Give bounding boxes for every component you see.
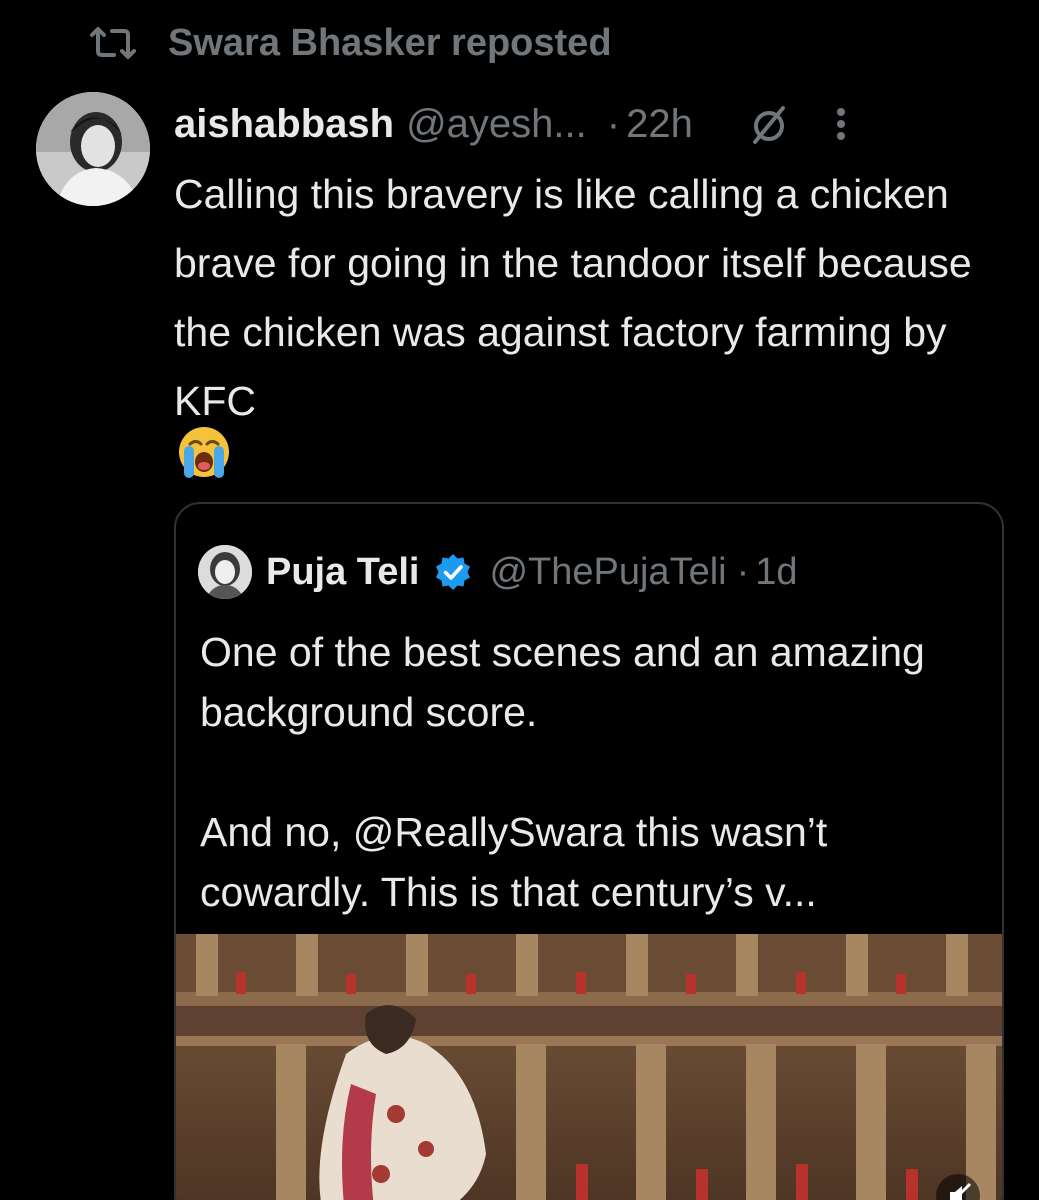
quoted-tweet-card[interactable]: Puja Teli @ThePujaTeli · 1d One of the b… (174, 502, 1004, 1200)
repost-label: Swara Bhasker reposted (168, 21, 612, 64)
quote-paragraph: And no, @ReallySwara this wasn’t cowardl… (200, 809, 828, 915)
post-text: Calling this bravery is like calling a c… (174, 171, 972, 424)
quote-author-name[interactable]: Puja Teli (266, 551, 419, 594)
author-handle[interactable]: @ayesh... (406, 102, 587, 147)
loudly-crying-emoji (179, 427, 229, 478)
mute-icon[interactable] (747, 102, 791, 146)
quote-header: Puja Teli @ThePujaTeli · 1d (198, 544, 798, 600)
quote-time[interactable]: 1d (755, 551, 797, 594)
quote-author-handle[interactable]: @ThePujaTeli (489, 551, 726, 594)
author-name[interactable]: aishabbash (174, 102, 394, 147)
video-thumbnail[interactable] (176, 934, 1004, 1200)
quote-paragraph: One of the best scenes and an amazing ba… (200, 629, 925, 735)
tweet-page: Swara Bhasker reposted aishabbash @ayesh… (0, 0, 1039, 1200)
verified-badge-icon (436, 554, 471, 590)
quote-text: One of the best scenes and an amazing ba… (200, 622, 990, 922)
repost-icon (90, 27, 136, 59)
post-time[interactable]: 22h (626, 102, 693, 147)
more-icon[interactable] (831, 102, 851, 146)
separator-dot: · (606, 101, 621, 146)
quote-separator-dot: · (736, 550, 750, 593)
author-avatar[interactable] (36, 92, 150, 206)
repost-indicator[interactable]: Swara Bhasker reposted (88, 18, 612, 68)
post-header: aishabbash @ayesh... · 22h (174, 96, 1009, 152)
quote-author-avatar[interactable] (198, 545, 252, 599)
